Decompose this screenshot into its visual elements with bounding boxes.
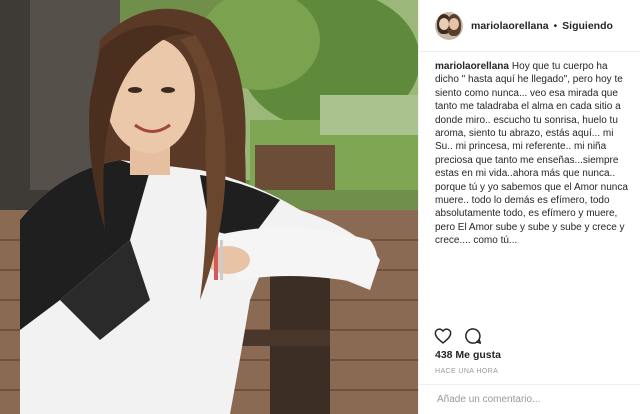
- following-button[interactable]: Siguiendo: [562, 20, 613, 32]
- likes-count[interactable]: 438 Me gusta: [435, 349, 501, 361]
- like-button[interactable]: [433, 326, 453, 346]
- post-caption: mariolaorellana Hoy que tu cuerpo ha dich…: [435, 60, 633, 248]
- comment-input[interactable]: [435, 393, 619, 406]
- header-separator: •: [553, 19, 558, 32]
- instagram-post: mariolaorellana • Siguiendo mariolaorell…: [0, 0, 640, 414]
- post-sidebar: mariolaorellana • Siguiendo mariolaorell…: [418, 0, 640, 414]
- comment-icon: [465, 328, 482, 344]
- post-header: mariolaorellana • Siguiendo: [419, 0, 640, 52]
- comment-bar: [419, 384, 640, 414]
- caption-username-link[interactable]: mariolaorellana: [435, 61, 509, 72]
- caption-text: Hoy que tu cuerpo ha dicho " hasta aquí …: [435, 61, 628, 247]
- header-username-link[interactable]: mariolaorellana: [471, 20, 549, 32]
- comment-button[interactable]: [463, 326, 483, 346]
- woman-portrait-image: [0, 0, 418, 414]
- post-timestamp: HACE UNA HORA: [435, 368, 499, 375]
- avatar[interactable]: [435, 11, 463, 40]
- header-text: mariolaorellana • Siguiendo: [471, 20, 613, 32]
- post-photo[interactable]: [0, 0, 418, 414]
- action-bar: [433, 326, 483, 346]
- heart-icon: [434, 328, 452, 344]
